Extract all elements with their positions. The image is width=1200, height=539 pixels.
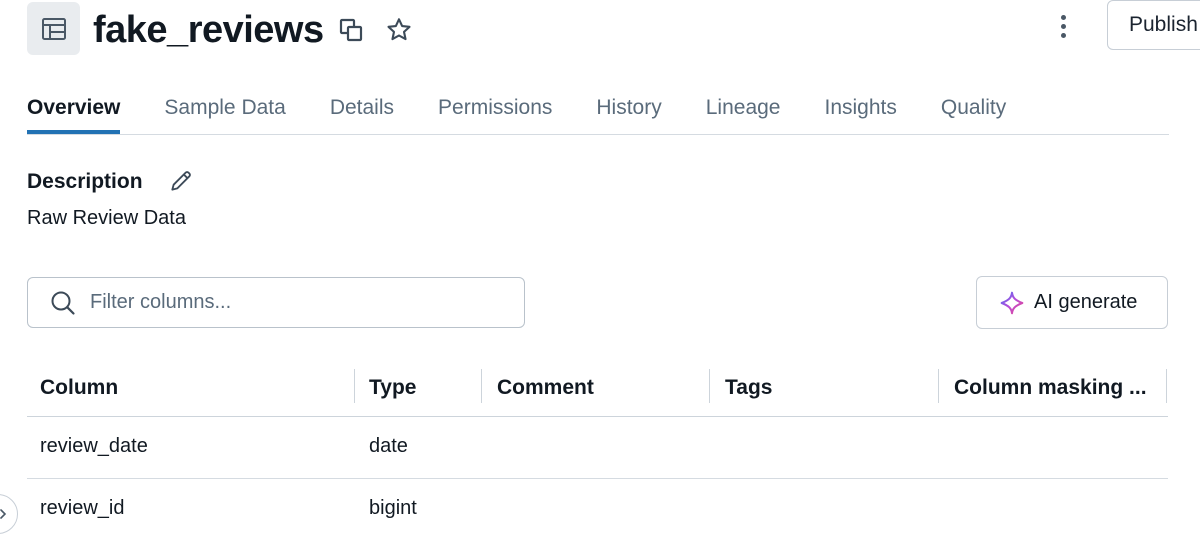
star-icon[interactable]	[385, 16, 413, 44]
tab-details[interactable]: Details	[330, 84, 394, 134]
copy-icon[interactable]	[337, 16, 365, 44]
tab-overview[interactable]: Overview	[27, 84, 121, 134]
page-title: fake_reviews	[93, 9, 324, 51]
table-row[interactable]: review_date date	[27, 417, 1168, 479]
tab-history[interactable]: History	[596, 84, 661, 134]
header-tags[interactable]: Tags	[725, 360, 772, 416]
tab-quality[interactable]: Quality	[941, 84, 1006, 134]
table-row[interactable]: review_id bigint	[27, 479, 1168, 539]
description-label: Description	[27, 170, 143, 193]
header-comment[interactable]: Comment	[497, 360, 594, 416]
tab-sample-data[interactable]: Sample Data	[164, 84, 285, 134]
filter-columns-field[interactable]	[27, 277, 525, 328]
columns-table: Column Type Comment Tags Column masking …	[27, 360, 1168, 539]
cell-type: date	[369, 434, 408, 457]
description-text: Raw Review Data	[27, 207, 186, 229]
tab-permissions[interactable]: Permissions	[438, 84, 552, 134]
cell-column-name: review_date	[40, 434, 148, 457]
header-type[interactable]: Type	[369, 360, 416, 416]
kebab-menu-icon[interactable]	[1051, 8, 1075, 44]
ai-generate-label: AI generate	[1034, 291, 1138, 313]
chevron-right-icon	[0, 509, 7, 519]
table-icon	[27, 2, 80, 55]
pencil-edit-icon[interactable]	[168, 168, 194, 194]
cell-column-name: review_id	[40, 496, 125, 519]
header-column[interactable]: Column	[40, 360, 118, 416]
filter-columns-input[interactable]	[88, 290, 492, 315]
tab-bar: Overview Sample Data Details Permissions…	[27, 84, 1169, 135]
table-overview-page: fake_reviews Publish Overview Sample Dat…	[0, 0, 1200, 539]
column-resize-handle[interactable]	[354, 369, 355, 403]
cell-type: bigint	[369, 496, 417, 519]
column-resize-handle[interactable]	[481, 369, 482, 403]
column-resize-handle[interactable]	[1166, 369, 1167, 403]
table-header: Column Type Comment Tags Column masking …	[27, 360, 1168, 417]
tab-lineage[interactable]: Lineage	[706, 84, 781, 134]
publish-button[interactable]: Publish	[1107, 0, 1200, 50]
tab-insights[interactable]: Insights	[824, 84, 896, 134]
expand-panel-button[interactable]	[0, 494, 18, 534]
header-column-masking[interactable]: Column masking ...	[954, 360, 1147, 416]
sparkle-icon	[999, 290, 1025, 316]
ai-generate-button[interactable]: AI generate	[976, 276, 1168, 329]
column-resize-handle[interactable]	[938, 369, 939, 403]
search-icon	[50, 290, 76, 316]
column-resize-handle[interactable]	[709, 369, 710, 403]
